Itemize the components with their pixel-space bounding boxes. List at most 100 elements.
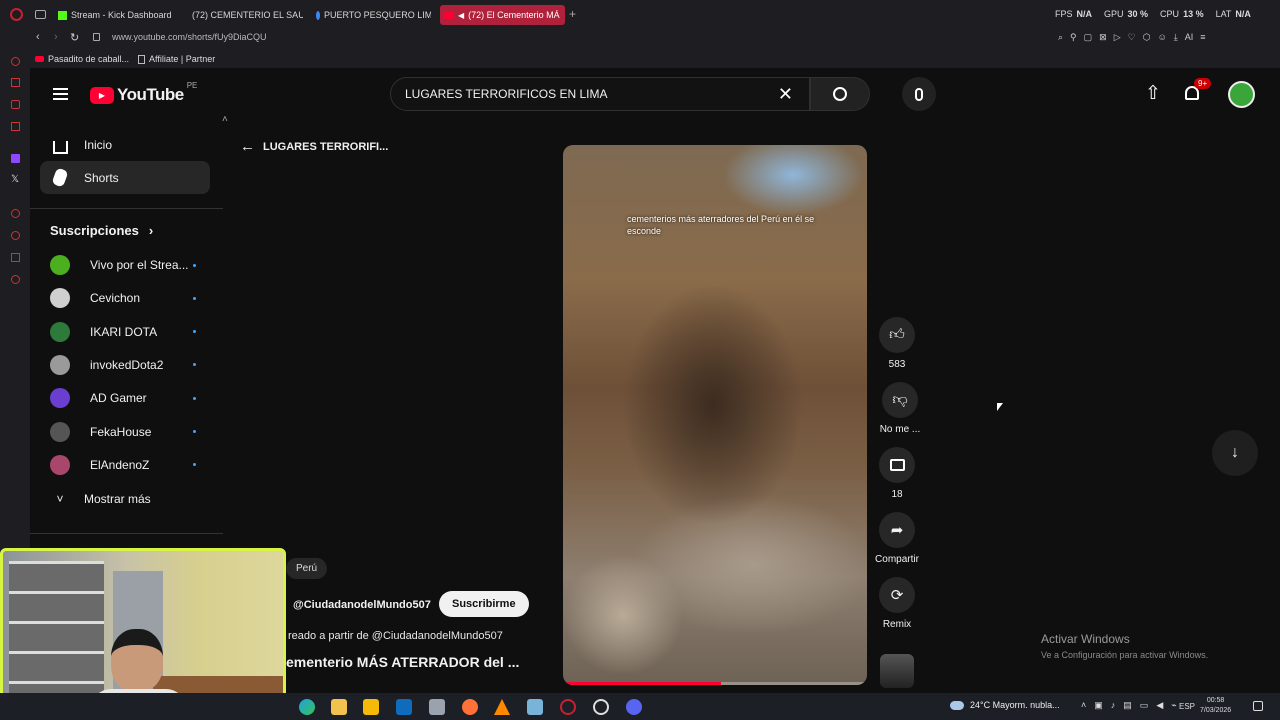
discord-icon[interactable] (626, 699, 642, 715)
dislike-button[interactable]: 👎︎ No me ... (875, 382, 925, 435)
subscribe-button[interactable]: Suscribirme (439, 591, 529, 617)
bookmark-item[interactable]: Affiliate | Partner (138, 54, 215, 64)
subscription-item[interactable]: FekaHouse (40, 417, 210, 447)
video-title[interactable]: ementerio MÁS ATERRADOR del ... (286, 654, 519, 670)
new-content-dot (193, 463, 196, 467)
tab-youtube-active[interactable]: ◀ (72) El Cementerio MÁ (440, 5, 565, 25)
chevron-up-icon[interactable]: ˄ (1081, 700, 1086, 711)
search-box[interactable]: LUGARES TERRORIFICOS EN LIMA ✕ (390, 77, 810, 111)
tab-kick[interactable]: Stream - Kick Dashboard (58, 6, 178, 24)
opera-logo-icon[interactable] (10, 8, 23, 21)
url-field[interactable]: www.youtube.com/shorts/fUy9DiaCQU (112, 32, 267, 42)
extensions-icon[interactable]: ⬡ (1143, 32, 1151, 43)
notification-center-icon[interactable] (1253, 701, 1263, 711)
clock[interactable]: 00:58 7/03/2026 (1200, 696, 1231, 716)
upload-icon[interactable]: ⇧ (1145, 82, 1161, 105)
file-explorer-icon[interactable] (331, 699, 347, 715)
back-arrow-icon[interactable]: ‹ (36, 31, 40, 43)
share-button[interactable]: ➦ Compartir (872, 512, 922, 565)
network-icon[interactable]: ⌁ (1171, 700, 1176, 711)
adblock-icon[interactable]: ⊠ (1099, 32, 1107, 43)
like-button[interactable]: 👍︎ 583 (877, 317, 917, 370)
aria-ai-button[interactable]: AI (1185, 32, 1194, 43)
sidebar-app-icon[interactable] (11, 122, 20, 131)
remix-attribution[interactable]: reado a partir de @CiudadanodelMundo507 (288, 630, 503, 642)
volume-icon[interactable]: ◀ (1156, 700, 1163, 711)
edge-icon[interactable] (299, 699, 315, 715)
reload-icon[interactable]: ↻ (70, 31, 79, 44)
comments-button[interactable]: 18 (877, 447, 917, 500)
forward-arrow-icon[interactable]: › (54, 31, 58, 43)
subscription-item[interactable]: IKARI DOTA (40, 317, 210, 347)
sidebar-item-shorts[interactable]: Shorts (40, 161, 210, 194)
sidebar-app-icon[interactable] (11, 209, 20, 218)
search-button[interactable] (810, 77, 870, 111)
sidebar-app-icon[interactable] (11, 78, 20, 87)
pin-icon[interactable]: ⚲ (1070, 32, 1077, 43)
opera-gx-icon[interactable] (560, 699, 576, 715)
subscription-item[interactable]: Vivo por el Strea... (40, 250, 210, 280)
app-tray-icon[interactable]: ▤ (1123, 700, 1132, 711)
speaker-icon[interactable]: ◀ (458, 11, 464, 20)
subscriptions-header[interactable]: Suscripciones › (50, 223, 153, 238)
clear-search-icon[interactable]: ✕ (778, 84, 793, 105)
sidebar-app-icon[interactable] (11, 100, 20, 109)
twitch-icon[interactable] (11, 154, 20, 163)
vlc-icon[interactable] (494, 699, 510, 715)
menu-icon[interactable]: ≡ (1200, 32, 1205, 43)
zoom-icon[interactable]: ⌕ (1058, 32, 1063, 43)
workspaces-icon[interactable] (35, 10, 46, 19)
microphone-icon[interactable]: ♪ (1111, 700, 1116, 711)
subscription-item[interactable]: ElAndenoZ (40, 450, 210, 480)
account-avatar[interactable] (1228, 81, 1255, 108)
bookmark-item[interactable]: Pasadito de caball... (35, 54, 129, 64)
settings-icon[interactable] (11, 275, 20, 284)
app-icon[interactable] (527, 699, 543, 715)
firefox-icon[interactable] (462, 699, 478, 715)
player-icon[interactable]: ▷ (1114, 32, 1121, 43)
profile-icon[interactable]: ☺ (1158, 32, 1167, 43)
obs-icon[interactable] (593, 699, 609, 715)
shorts-video-player[interactable]: cementerios más aterradores del Perú en … (563, 145, 867, 685)
new-tab-button[interactable]: + (569, 7, 576, 21)
tab-youtube-1[interactable]: (72) CEMENTERIO EL SAU (188, 6, 303, 24)
x-icon[interactable]: 𝕏 (11, 174, 19, 185)
windows-taskbar: 24°C Mayorm. nubla... ˄ ▣ ♪ ▤ ▭ ◀ ⌁ ESP … (0, 693, 1280, 720)
weather-widget[interactable]: 24°C Mayorm. nubla... (950, 700, 1060, 710)
sidebar-item-inicio[interactable]: Inicio (40, 128, 210, 161)
search-input[interactable]: LUGARES TERRORIFICOS EN LIMA (405, 87, 607, 101)
heart-icon[interactable]: ♡ (1128, 32, 1136, 43)
subscription-item[interactable]: Cevichon (40, 283, 210, 313)
youtube-logo[interactable]: ▶ YouTube PE (90, 81, 197, 105)
video-progress-track[interactable] (563, 682, 867, 685)
store-icon[interactable] (363, 699, 379, 715)
shorts-back-button[interactable]: ← LUGARES TERRORIFI... (240, 138, 388, 155)
display-icon[interactable]: ▭ (1140, 700, 1149, 711)
language-indicator[interactable]: ESP (1179, 702, 1195, 711)
app-tray-icon[interactable]: ▣ (1094, 700, 1103, 711)
hamburger-menu-icon[interactable] (53, 88, 68, 100)
bookmarks-bar: Pasadito de caball... Affiliate | Partne… (0, 50, 1280, 68)
next-short-button[interactable]: ↓ (1212, 430, 1258, 476)
snapshot-icon[interactable]: ▢ (1084, 32, 1093, 43)
subscription-item[interactable]: AD Gamer (40, 383, 210, 413)
tab-google[interactable]: PUERTO PESQUERO LIMA (316, 6, 431, 24)
sidebar-app-icon[interactable] (11, 253, 20, 262)
voice-search-button[interactable] (902, 77, 936, 111)
collapse-arrow-icon[interactable]: ˄ (222, 114, 228, 125)
remix-button[interactable]: ⟳ Remix (877, 577, 917, 630)
sidebar-divider (30, 208, 223, 209)
history-icon[interactable] (11, 231, 20, 240)
gpu-label: GPU (1104, 9, 1124, 19)
sidebar-app-icon[interactable] (11, 57, 20, 66)
sound-thumbnail[interactable] (880, 654, 914, 688)
subscription-item[interactable]: invokedDota2 (40, 350, 210, 380)
notifications-button[interactable]: 9+ (1183, 78, 1212, 104)
app-icon[interactable] (429, 699, 445, 715)
download-icon[interactable]: ⤓ (1174, 32, 1178, 43)
outlook-icon[interactable] (396, 699, 412, 715)
home-icon (40, 138, 80, 154)
channel-handle[interactable]: @CiudadanodelMundo507 (293, 599, 431, 611)
show-more-button[interactable]: ˅ Mostrar más (40, 482, 210, 515)
weather-text: 24°C Mayorm. nubla... (970, 700, 1060, 710)
